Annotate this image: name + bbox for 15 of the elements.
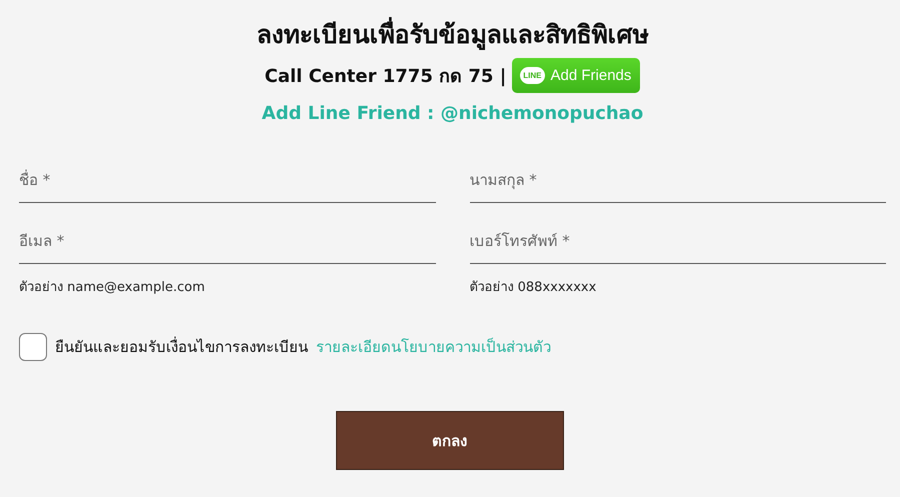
submit-button[interactable]: ตกลง (336, 411, 564, 470)
call-center-text: Call Center 1775 กด 75 | (264, 65, 506, 89)
hint-text: ตัวอย่าง name@example.com (19, 279, 206, 297)
line-logo-icon: LINE (520, 67, 545, 84)
consent-checkbox[interactable] (19, 333, 47, 361)
page-title: ลงทะเบียนเพื่อรับข้อมูลและสิทธิพิเศษ (19, 18, 886, 52)
input-field[interactable]: เบอร์โทรศัพท์ * (470, 219, 886, 264)
input-field[interactable]: นามสกุล * (470, 158, 886, 203)
line-friend-text: Add Line Friend : @nichemonopuchao (260, 103, 644, 124)
add-friends-button[interactable]: LINE Add Friends (512, 58, 640, 93)
hint-text: ตัวอย่าง 088xxxxxxx (470, 279, 598, 297)
input-field[interactable]: ชื่อ * (19, 158, 436, 203)
consent-text: ยืนยันและยอมรับเงื่อนไขการลงทะเบียน (55, 336, 308, 358)
privacy-policy-link[interactable]: รายละเอียดนโยบายความเป็นส่วนตัว (316, 335, 551, 359)
input-field[interactable]: อีเมล * (19, 219, 436, 264)
